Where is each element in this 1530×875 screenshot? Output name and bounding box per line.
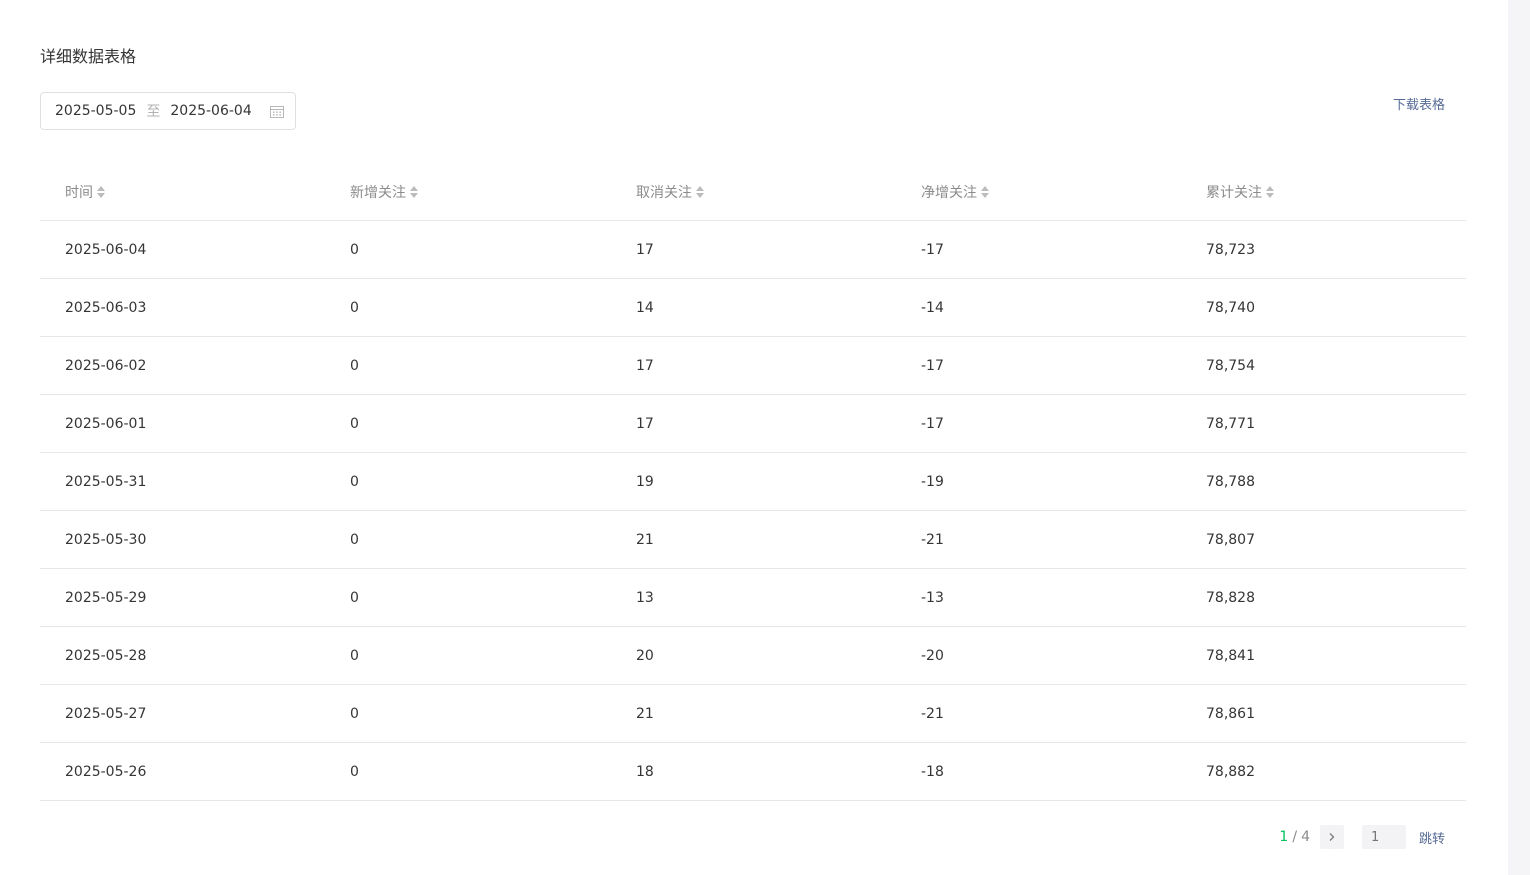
cell-unfollows: 21 bbox=[636, 531, 654, 548]
main-panel: 详细数据表格 2025-05-05 至 2025-06-04 下载表格 时间 新… bbox=[0, 0, 1508, 875]
table-row: 2025-06-02 0 17 -17 78,754 bbox=[40, 337, 1466, 395]
cell-date: 2025-05-27 bbox=[65, 705, 147, 722]
cell-date: 2025-06-04 bbox=[65, 241, 147, 258]
cell-net-follows: -17 bbox=[921, 357, 944, 374]
cell-new-follows: 0 bbox=[350, 763, 359, 780]
cell-total-follows: 78,754 bbox=[1206, 357, 1255, 374]
cell-net-follows: -17 bbox=[921, 415, 944, 432]
cell-date: 2025-05-31 bbox=[65, 473, 147, 490]
cell-net-follows: -21 bbox=[921, 705, 944, 722]
cell-net-follows: -14 bbox=[921, 299, 944, 316]
cell-unfollows: 17 bbox=[636, 357, 654, 374]
cell-net-follows: -17 bbox=[921, 241, 944, 258]
table-row: 2025-06-03 0 14 -14 78,740 bbox=[40, 279, 1466, 337]
cell-net-follows: -20 bbox=[921, 647, 944, 664]
cell-new-follows: 0 bbox=[350, 705, 359, 722]
cell-unfollows: 20 bbox=[636, 647, 654, 664]
cell-unfollows: 18 bbox=[636, 763, 654, 780]
table-row: 2025-05-28 0 20 -20 78,841 bbox=[40, 627, 1466, 685]
total-pages: 4 bbox=[1301, 829, 1310, 845]
cell-date: 2025-06-03 bbox=[65, 299, 147, 316]
next-page-button[interactable] bbox=[1319, 825, 1344, 849]
column-header-label: 累计关注 bbox=[1206, 185, 1262, 201]
sort-icon bbox=[696, 186, 704, 198]
cell-net-follows: -13 bbox=[921, 589, 944, 606]
data-table: 时间 新增关注 取消关注 净增关注 累计关注 2025-06-04 0 17 -… bbox=[40, 164, 1466, 801]
cell-new-follows: 0 bbox=[350, 415, 359, 432]
page-jump-input[interactable] bbox=[1361, 825, 1406, 849]
cell-new-follows: 0 bbox=[350, 589, 359, 606]
cell-unfollows: 21 bbox=[636, 705, 654, 722]
column-header-new-follows[interactable]: 新增关注 bbox=[350, 182, 419, 202]
cell-net-follows: -19 bbox=[921, 473, 944, 490]
cell-unfollows: 17 bbox=[636, 241, 654, 258]
cell-total-follows: 78,841 bbox=[1206, 647, 1255, 664]
jump-button[interactable]: 跳转 bbox=[1419, 828, 1445, 847]
cell-new-follows: 0 bbox=[350, 531, 359, 548]
page-separator: / bbox=[1292, 829, 1298, 845]
sort-icon bbox=[410, 186, 418, 198]
section-title: 详细数据表格 bbox=[40, 47, 137, 66]
cell-total-follows: 78,807 bbox=[1206, 531, 1255, 548]
column-header-unfollows[interactable]: 取消关注 bbox=[636, 182, 705, 202]
cell-unfollows: 13 bbox=[636, 589, 654, 606]
column-header-label: 新增关注 bbox=[350, 185, 406, 201]
sort-icon bbox=[981, 186, 989, 198]
cell-unfollows: 19 bbox=[636, 473, 654, 490]
column-header-label: 时间 bbox=[65, 185, 93, 201]
cell-date: 2025-05-30 bbox=[65, 531, 147, 548]
cell-total-follows: 78,861 bbox=[1206, 705, 1255, 722]
date-range-separator: 至 bbox=[146, 104, 161, 120]
table-row: 2025-05-31 0 19 -19 78,788 bbox=[40, 453, 1466, 511]
date-range-picker[interactable]: 2025-05-05 至 2025-06-04 bbox=[40, 92, 296, 130]
pagination: 1 / 4 跳转 bbox=[1279, 824, 1445, 850]
column-header-time[interactable]: 时间 bbox=[65, 182, 106, 202]
date-range-start[interactable]: 2025-05-05 bbox=[55, 103, 136, 119]
cell-net-follows: -18 bbox=[921, 763, 944, 780]
column-header-total-follows[interactable]: 累计关注 bbox=[1206, 182, 1275, 202]
table-row: 2025-06-01 0 17 -17 78,771 bbox=[40, 395, 1466, 453]
cell-total-follows: 78,771 bbox=[1206, 415, 1255, 432]
sort-icon bbox=[97, 186, 105, 198]
cell-date: 2025-06-02 bbox=[65, 357, 147, 374]
current-page: 1 bbox=[1279, 829, 1289, 845]
cell-new-follows: 0 bbox=[350, 241, 359, 258]
cell-date: 2025-06-01 bbox=[65, 415, 147, 432]
cell-new-follows: 0 bbox=[350, 473, 359, 490]
cell-date: 2025-05-26 bbox=[65, 763, 147, 780]
chevron-right-icon bbox=[1329, 833, 1335, 841]
table-header: 时间 新增关注 取消关注 净增关注 累计关注 bbox=[40, 164, 1466, 221]
cell-total-follows: 78,788 bbox=[1206, 473, 1255, 490]
cell-net-follows: -21 bbox=[921, 531, 944, 548]
cell-date: 2025-05-28 bbox=[65, 647, 147, 664]
cell-new-follows: 0 bbox=[350, 357, 359, 374]
calendar-icon[interactable] bbox=[269, 104, 285, 120]
scrollbar-track[interactable] bbox=[1508, 0, 1530, 875]
table-row: 2025-05-30 0 21 -21 78,807 bbox=[40, 511, 1466, 569]
cell-new-follows: 0 bbox=[350, 647, 359, 664]
sort-icon bbox=[1266, 186, 1274, 198]
cell-total-follows: 78,740 bbox=[1206, 299, 1255, 316]
table-row: 2025-06-04 0 17 -17 78,723 bbox=[40, 221, 1466, 279]
date-range-end[interactable]: 2025-06-04 bbox=[170, 103, 251, 119]
column-header-label: 净增关注 bbox=[921, 185, 977, 201]
cell-total-follows: 78,723 bbox=[1206, 241, 1255, 258]
column-header-label: 取消关注 bbox=[636, 185, 692, 201]
cell-total-follows: 78,828 bbox=[1206, 589, 1255, 606]
cell-total-follows: 78,882 bbox=[1206, 763, 1255, 780]
table-row: 2025-05-27 0 21 -21 78,861 bbox=[40, 685, 1466, 743]
cell-unfollows: 17 bbox=[636, 415, 654, 432]
table-row: 2025-05-29 0 13 -13 78,828 bbox=[40, 569, 1466, 627]
cell-date: 2025-05-29 bbox=[65, 589, 147, 606]
download-table-link[interactable]: 下载表格 bbox=[1393, 94, 1445, 113]
table-row: 2025-05-26 0 18 -18 78,882 bbox=[40, 743, 1466, 801]
cell-new-follows: 0 bbox=[350, 299, 359, 316]
column-header-net-follows[interactable]: 净增关注 bbox=[921, 182, 990, 202]
cell-unfollows: 14 bbox=[636, 299, 654, 316]
